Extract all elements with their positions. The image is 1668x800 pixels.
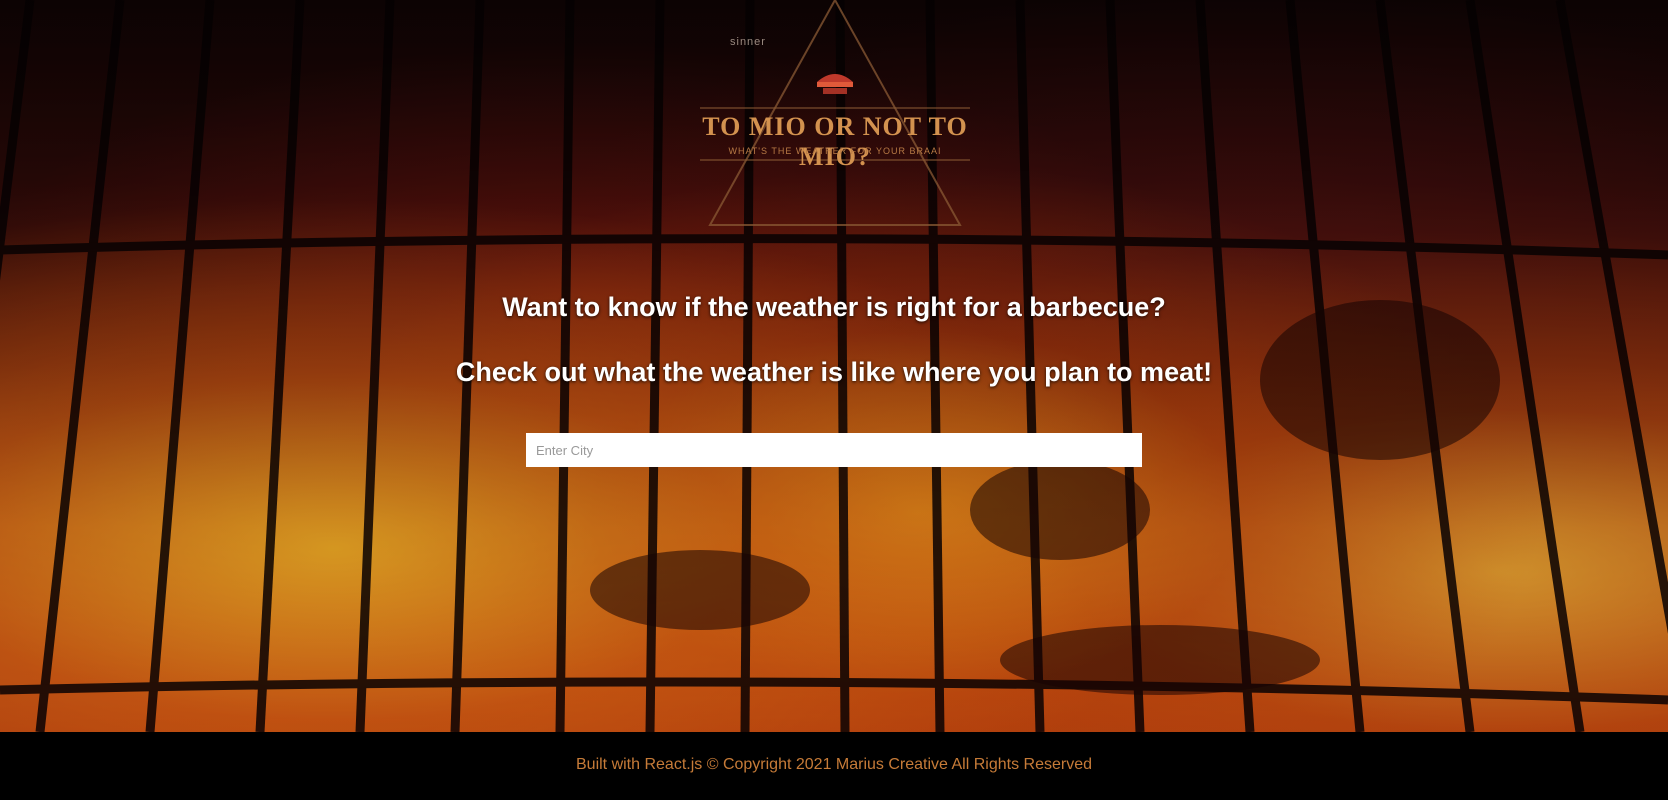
hero-headline: Want to know if the weather is right for…	[502, 292, 1166, 322]
site-logo: sinner TO MIO OR NOT TO MIO? WHAT'S THE …	[680, 0, 990, 240]
hero-subline: Check out what the weather is like where…	[455, 357, 1213, 387]
city-search-input[interactable]	[526, 433, 1142, 467]
logo-title: TO MIO OR NOT TO MIO?	[702, 112, 968, 171]
footer: Built with React.js © Copyright 2021 Mar…	[0, 732, 1668, 800]
logo-subtitle: WHAT'S THE WEATHER FOR YOUR BRAAI	[728, 146, 942, 156]
footer-copyright: Built with React.js © Copyright 2021 Mar…	[576, 756, 1092, 773]
logo-top-text: sinner	[730, 36, 766, 48]
bbq-grill-icon	[817, 74, 853, 94]
